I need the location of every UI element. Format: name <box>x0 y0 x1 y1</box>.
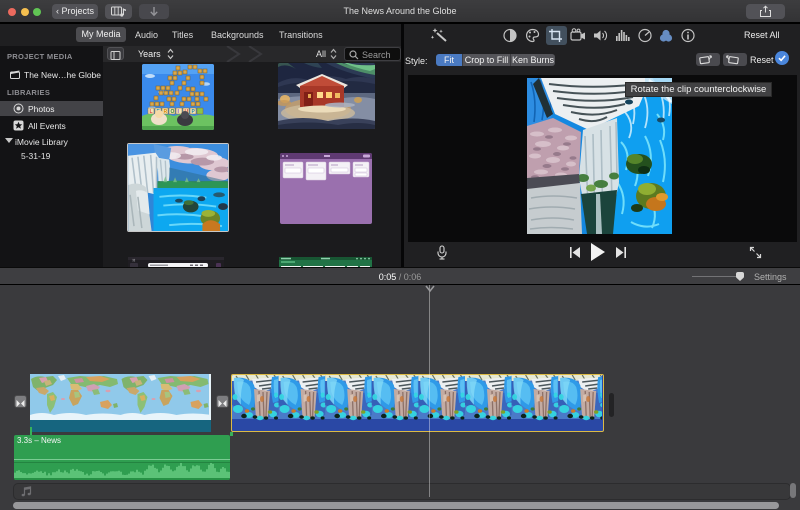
svg-text:O: O <box>171 109 175 115</box>
svg-text:⌘: ⌘ <box>132 258 136 263</box>
svg-text:R: R <box>164 109 168 115</box>
